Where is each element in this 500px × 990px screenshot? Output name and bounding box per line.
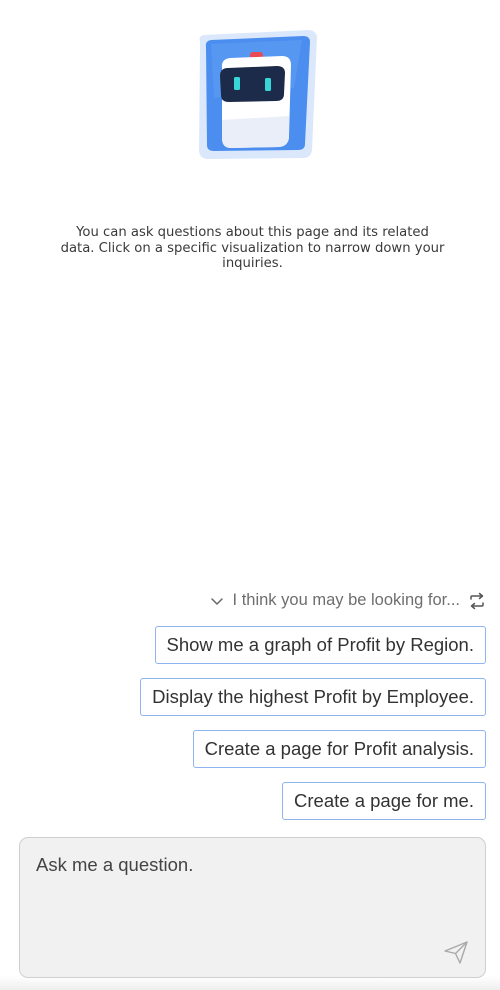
- chevron-down-icon[interactable]: [209, 593, 225, 609]
- refresh-icon[interactable]: [468, 592, 486, 610]
- suggestion-chip-profit-by-employee[interactable]: Display the highest Profit by Employee.: [140, 678, 486, 716]
- bottom-edge-shadow: [0, 976, 500, 990]
- suggestions-header-label: I think you may be looking for...: [232, 591, 460, 609]
- suggestion-list: Show me a graph of Profit by Region. Dis…: [140, 626, 486, 820]
- suggestion-chip-profit-by-region[interactable]: Show me a graph of Profit by Region.: [154, 626, 486, 664]
- robot-assistant-icon: [184, 28, 324, 164]
- assistant-intro-text: You can ask questions about this page an…: [60, 225, 445, 271]
- send-icon[interactable]: [443, 939, 469, 965]
- question-composer: [19, 837, 486, 978]
- suggestion-chip-page-for-me[interactable]: Create a page for me.: [282, 782, 486, 820]
- question-input[interactable]: [36, 854, 436, 944]
- suggestions-header: I think you may be looking for...: [209, 591, 486, 610]
- suggestion-chip-profit-analysis-page[interactable]: Create a page for Profit analysis.: [192, 730, 486, 768]
- assistant-panel: You can ask questions about this page an…: [0, 0, 500, 990]
